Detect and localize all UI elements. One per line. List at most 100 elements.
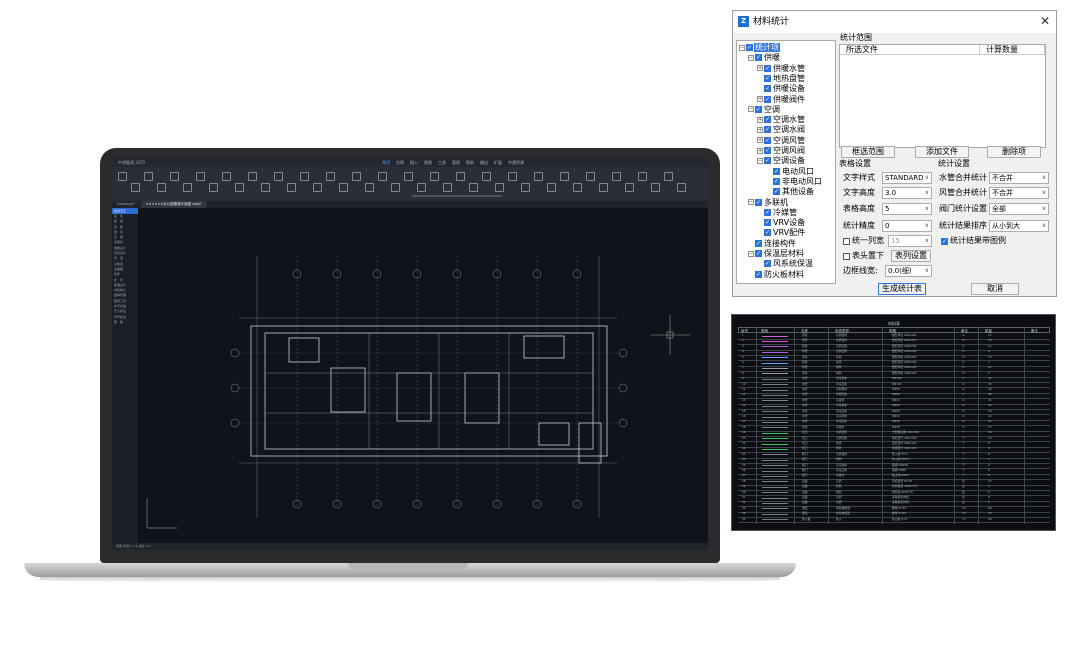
ribbon-tool-icon[interactable] (183, 183, 192, 192)
ribbon-tool-icon[interactable] (274, 172, 283, 181)
ribbon-tool-icon[interactable] (339, 183, 348, 192)
ribbon-tool-icon[interactable] (586, 172, 595, 181)
ribbon-tool-icon[interactable] (664, 172, 673, 181)
tree-checkbox[interactable]: ✓ (746, 44, 753, 51)
menu-item[interactable]: 视图 (424, 158, 432, 167)
ribbon-tool-icon[interactable] (352, 172, 361, 181)
menu-item[interactable]: 帮助 (466, 158, 474, 167)
close-icon[interactable]: ✕ (1040, 14, 1050, 28)
air-merge-select[interactable]: 不合并 ∨ (989, 187, 1049, 199)
ribbon-tool-icon[interactable] (170, 172, 179, 181)
document-tab[interactable]: ××××××办公楼暖通平面图.dwg* (140, 201, 207, 208)
tree-item[interactable]: − ✓ 供暖 (748, 53, 781, 62)
cad-ribbon[interactable] (112, 167, 708, 202)
tree-item[interactable]: + ✓ 空调风管 (757, 136, 806, 145)
select-range-button[interactable]: 框选范围 (841, 146, 895, 158)
ribbon-tool-icon[interactable] (118, 172, 127, 181)
tree-checkbox[interactable]: ✓ (755, 105, 762, 113)
tree-checkbox[interactable]: ✓ (773, 177, 780, 185)
ribbon-tool-icon[interactable] (521, 183, 530, 192)
tree-item[interactable]: − ✓ 保温层材料 (748, 249, 805, 258)
tree-checkbox[interactable]: ✓ (764, 95, 771, 103)
ribbon-tool-icon[interactable] (209, 183, 218, 192)
tree-checkbox[interactable]: ✓ (755, 54, 762, 62)
ribbon-tool-icon[interactable] (573, 183, 582, 192)
cad-document-tabs[interactable]: Drawing1* ××××××办公楼暖通平面图.dwg* (112, 201, 708, 208)
ribbon-tool-icon[interactable] (456, 172, 465, 181)
tree-checkbox[interactable]: ✓ (755, 250, 762, 257)
file-column-header[interactable]: 所选文件 (840, 45, 980, 55)
tree-checkbox[interactable]: ✓ (764, 74, 771, 82)
tree-checkbox[interactable]: ✓ (764, 136, 771, 144)
tree-item[interactable]: ✓ 地热盘管 (757, 74, 806, 83)
column-settings-button[interactable]: 表列设置 (891, 250, 931, 262)
menu-item[interactable]: 扩展 (494, 158, 502, 167)
menu-item[interactable]: 插入 (410, 158, 418, 167)
ribbon-tool-icon[interactable] (677, 183, 686, 192)
ribbon-tool-icon[interactable] (625, 183, 634, 192)
ribbon-tool-icon[interactable] (378, 172, 387, 181)
ribbon-tool-icon[interactable] (430, 172, 439, 181)
ribbon-tool-icon[interactable] (612, 172, 621, 181)
tree-item[interactable]: ✓ VRV配件 (757, 228, 806, 237)
ribbon-tool-icon[interactable] (131, 183, 140, 192)
tree-checkbox[interactable]: ✓ (764, 126, 771, 134)
expand-toggle-icon[interactable]: + (757, 116, 763, 123)
expand-toggle-icon[interactable]: + (757, 137, 763, 144)
drawing-canvas[interactable] (139, 208, 708, 543)
tree-checkbox[interactable]: ✓ (773, 188, 780, 196)
tree-checkbox[interactable]: ✓ (764, 208, 771, 216)
ribbon-tool-icon[interactable] (287, 183, 296, 192)
menu-item[interactable]: 工具 (438, 158, 446, 167)
ribbon-tool-icon[interactable] (651, 183, 660, 192)
tree-checkbox[interactable]: ✓ (764, 116, 771, 124)
tree-checkbox[interactable]: ✓ (764, 64, 771, 72)
tree-item[interactable]: + ✓ 供暖水管 (757, 64, 806, 73)
add-file-button[interactable]: 添加文件 (915, 146, 969, 158)
menu-item[interactable]: 输出 (480, 158, 488, 167)
ribbon-tool-icon[interactable] (300, 172, 309, 181)
tree-item[interactable]: ✓ 防火板材料 (748, 270, 805, 279)
header-below-checkbox[interactable] (843, 253, 850, 260)
expand-toggle-icon[interactable]: + (757, 126, 763, 133)
tree-item[interactable]: + ✓ 空调水管 (757, 115, 806, 124)
unify-width-checkbox[interactable] (843, 238, 850, 245)
ribbon-tool-icon[interactable] (547, 183, 556, 192)
valve-stat-select[interactable]: 全部 ∨ (989, 203, 1049, 215)
tree-checkbox[interactable]: ✓ (764, 157, 771, 165)
ribbon-tool-icon[interactable] (365, 183, 374, 192)
ribbon-tool-icon[interactable] (326, 172, 335, 181)
menu-item[interactable]: 常用 (382, 158, 390, 167)
ribbon-tool-icon[interactable] (235, 183, 244, 192)
tree-item[interactable]: + ✓ 供暖阀件 (757, 95, 806, 104)
tree-item[interactable]: ✓ 供暖设备 (757, 84, 806, 93)
tree-checkbox[interactable]: ✓ (764, 219, 771, 227)
statistics-item-tree[interactable]: − ✓ 统计项 − ✓ 供暖 + ✓ 供暖水管 ✓ 地热盘管 ✓ 供暖设备 + ✓ 供暖阀件 − ✓ 空调 + ✓ 空调水… (736, 40, 836, 284)
expand-toggle-icon[interactable]: + (757, 96, 763, 102)
sort-select[interactable]: 从小到大 ∨ (989, 220, 1049, 232)
expand-toggle-icon[interactable]: − (739, 44, 745, 51)
tree-checkbox[interactable]: ✓ (764, 229, 771, 237)
ribbon-tool-icon[interactable] (222, 172, 231, 181)
ribbon-tool-icon[interactable] (482, 172, 491, 181)
tree-checkbox[interactable]: ✓ (764, 147, 771, 154)
tree-item[interactable]: ✓ 风系统保温 (757, 259, 814, 268)
tree-item[interactable]: + ✓ 空调风阀 (757, 146, 806, 155)
tree-checkbox[interactable]: ✓ (755, 239, 762, 247)
ribbon-tool-icon[interactable] (417, 183, 426, 192)
expand-toggle-icon[interactable]: + (757, 65, 763, 72)
text-style-select[interactable]: STANDARD ∨ (882, 172, 932, 184)
delete-item-button[interactable]: 删除项 (987, 146, 1041, 158)
ribbon-tool-icon[interactable] (196, 172, 205, 181)
tree-item[interactable]: − ✓ 统计项 (739, 43, 780, 52)
ribbon-tool-icon[interactable] (248, 172, 257, 181)
unify-width-select[interactable]: 15 ∨ (888, 235, 932, 247)
cancel-button[interactable]: 取消 (971, 283, 1019, 295)
ribbon-tool-icon[interactable] (508, 172, 517, 181)
ribbon-tool-icon[interactable] (469, 183, 478, 192)
tree-item[interactable]: ✓ 其他设备 (766, 187, 815, 196)
tree-checkbox[interactable]: ✓ (773, 167, 780, 175)
expand-toggle-icon[interactable]: − (748, 199, 754, 205)
ribbon-tool-icon[interactable] (157, 183, 166, 192)
ribbon-tool-icon[interactable] (144, 172, 153, 181)
